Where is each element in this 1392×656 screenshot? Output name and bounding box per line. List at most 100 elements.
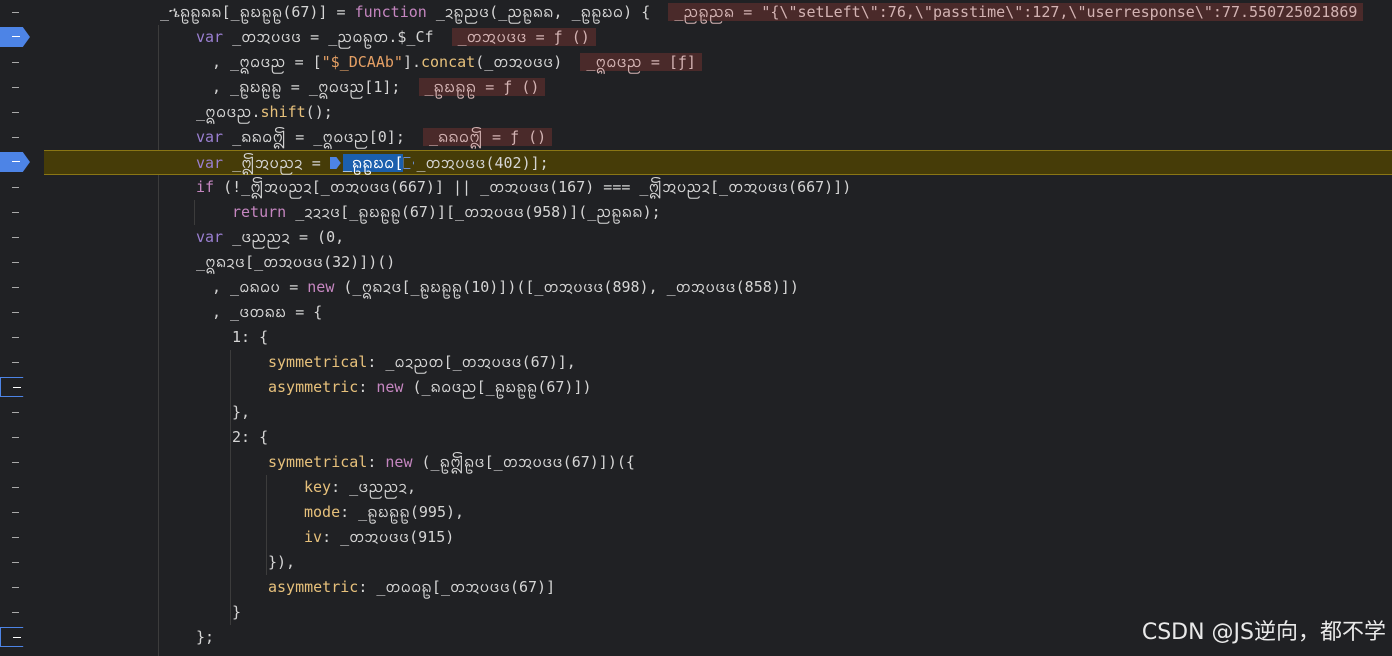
code-token: new <box>376 378 404 396</box>
line-marker[interactable] <box>0 500 44 525</box>
code-line[interactable]: 1: { <box>44 325 1392 350</box>
line-marker[interactable] <box>0 350 44 375</box>
breakpoint-icon[interactable] <box>0 377 30 397</box>
fold-dash-icon <box>12 512 19 513</box>
code-line[interactable]: symmetrical: _ᨵᨯᨬᨲ[_ᨲᩋᨷᨴᨴ(67)], <box>44 350 1392 375</box>
line-marker[interactable] <box>0 425 44 450</box>
code-token: : <box>358 378 377 396</box>
line-marker[interactable] <box>0 300 44 325</box>
code-line[interactable]: asymmetric: _ᨲᨵᨵᩊ[_ᨲᩋᨷᨴᨴ(67)] <box>44 575 1392 600</box>
code-line[interactable]: key: _ᨴᨬᨬᨯ, <box>44 475 1392 500</box>
code-token: (); <box>305 103 333 121</box>
fold-dash-icon <box>12 62 19 63</box>
fold-dash-icon <box>12 287 19 288</box>
breakpoint-marker[interactable] <box>0 150 44 175</box>
line-marker[interactable] <box>0 525 44 550</box>
code-line[interactable]: _ᩍᨦᨯᨴ[_ᨲᩋᨷᨴᨴ(32)])() <box>44 250 1392 275</box>
line-marker[interactable] <box>0 225 44 250</box>
breakpoint-icon[interactable] <box>0 27 30 47</box>
code-token: : _ᨲᩋᨷᨴᨴ(915) <box>322 528 455 546</box>
line-marker[interactable] <box>0 325 44 350</box>
fold-dash-icon <box>12 337 19 338</box>
line-marker[interactable] <box>0 400 44 425</box>
line-marker[interactable] <box>0 125 44 150</box>
fold-dash-icon <box>12 262 19 263</box>
line-marker[interactable] <box>0 275 44 300</box>
breakpoint-marker[interactable] <box>0 25 44 50</box>
paused-code-line[interactable]: var _ᩎᩋᨷᨬᨯ = _ᩊᩊᨭᨵ[_ᨲᩋᨷᨴᨴ(402)]; <box>44 150 1392 175</box>
code-line[interactable]: asymmetric: new (_ᨦᨵᨴᨬ[_ᩊᨭᩊᩊ(67)]) <box>44 375 1392 400</box>
code-token: : <box>367 453 386 471</box>
code-line[interactable]: if (!_ᩎᩋᨷᨬᨯ[_ᨲᩋᨷᨴᨴ(667)] || _ᨲᩋᨷᨴᨴ(167) … <box>44 175 1392 200</box>
code-line[interactable]: var _ᨦᨦᨵᩎ = _ᩍᨵᨴᨬ[0]; _ᨦᨦᨵᩎ = ƒ () <box>44 125 1392 150</box>
code-line[interactable]: _ኄᩊᩊᨦᨦ[_ᩊᨭᩊᩊ(67)] = function _ᨯᩊᨬᨴ(_ᨬᩊᨦᨦ… <box>44 0 1392 25</box>
code-line[interactable]: , _ᩍᨵᨴᨬ = ["$_DCAAb"].concat(_ᨲᩋᨷᨴᨴ) _ᩍᨵ… <box>44 50 1392 75</box>
line-gutter <box>0 0 44 656</box>
fold-dash-icon <box>12 312 19 313</box>
code-line[interactable]: }), <box>44 550 1392 575</box>
code-token: _ᩎᩋᨷᨬᨯ = <box>223 154 330 172</box>
code-token: concat <box>421 53 476 71</box>
code-line[interactable]: return _ᨯᨯᨯᨴ[_ᩊᨭᩊᩊ(67)][_ᨲᩋᨷᨴᨴ(958)](_ᨬᩊ… <box>44 200 1392 225</box>
code-token: return <box>232 203 287 221</box>
code-line[interactable]: 2: { <box>44 425 1392 450</box>
line-marker[interactable] <box>0 550 44 575</box>
code-token: var <box>196 228 224 246</box>
line-marker[interactable] <box>0 0 44 25</box>
line-marker[interactable] <box>0 100 44 125</box>
code-line[interactable]: , _ᨵᨦᨵᨷ = new (_ᩍᨦᨯᨴ[_ᩊᨭᩊᩊ(10)])([_ᨲᩋᨷᨴᨴ… <box>44 275 1392 300</box>
fold-dash-icon <box>12 562 19 563</box>
fold-dash-icon <box>12 537 19 538</box>
inline-value: _ᨬᩊᨬᨦ = "{\"setLeft\":76,\"passtime\":12… <box>668 3 1364 21</box>
breakpoint-icon[interactable] <box>0 627 30 647</box>
inline-value: _ᩍᨵᨴᨬ = [ƒ] <box>580 53 702 71</box>
code-line[interactable]: , _ᨴᨲᨦᨭ = { <box>44 300 1392 325</box>
code-token: [ <box>394 154 404 172</box>
code-token: }; <box>196 628 215 646</box>
line-marker[interactable] <box>0 50 44 75</box>
line-marker[interactable] <box>0 450 44 475</box>
code-token: var <box>196 154 224 172</box>
line-marker[interactable] <box>0 175 44 200</box>
breakpoint-dash-icon <box>12 36 20 37</box>
breakpoint-dash-icon <box>12 161 20 162</box>
code-line[interactable]: mode: _ᩊᨭᩊᩊ(995), <box>44 500 1392 525</box>
breakpoint-icon[interactable] <box>0 152 30 172</box>
line-marker[interactable] <box>0 250 44 275</box>
code-token: _ᩍᨵᨴᨬ. <box>196 103 261 121</box>
code-line[interactable]: var _ᨲᩋᨷᨴᨴ = _ᨬᨵᩊᨲ.$_Cf _ᨲᩋᨷᨴᨴ = ƒ () <box>44 25 1392 50</box>
line-marker[interactable] <box>0 200 44 225</box>
line-marker[interactable] <box>0 75 44 100</box>
code-line[interactable]: symmetrical: new (_ᩊᩎᩊᨴ[_ᨲᩋᨷᨴᨴ(67)])({ <box>44 450 1392 475</box>
fold-dash-icon <box>12 362 19 363</box>
code-line[interactable]: var _ᨴᨬᨬᨯ = (0, <box>44 225 1392 250</box>
code-line[interactable]: _ᩍᨵᨴᨬ.shift(); <box>44 100 1392 125</box>
code-line[interactable]: , _ᩊᨭᩊᩊ = _ᩍᨵᨴᨬ[1]; _ᩊᨭᩊᩊ = ƒ () <box>44 75 1392 100</box>
code-token: shift <box>260 103 306 121</box>
code-token: var <box>196 128 224 146</box>
code-token: } <box>232 603 242 621</box>
step-marker-icon[interactable] <box>403 157 415 169</box>
code-token: if <box>196 178 215 196</box>
code-line[interactable]: }, <box>44 400 1392 425</box>
code-token: iv <box>304 528 323 546</box>
line-marker[interactable] <box>0 600 44 625</box>
code-token: new <box>385 453 413 471</box>
step-marker-icon[interactable] <box>329 157 341 169</box>
code-token: _ᩍᨦᨯᨴ[_ᨲᩋᨷᨴᨴ(32)])() <box>196 253 396 271</box>
code-editor[interactable]: _ኄᩊᩊᨦᨦ[_ᩊᨭᩊᩊ(67)] = function _ᨯᩊᨬᨴ(_ᨬᩊᨦᨦ… <box>44 0 1392 656</box>
line-marker[interactable] <box>0 475 44 500</box>
code-token: _ᨲᩋᨷᨴᨴ(402)]; <box>416 154 549 172</box>
breakpoint-marker[interactable] <box>0 375 44 400</box>
code-token: (!_ᩎᩋᨷᨬᨯ[_ᨲᩋᨷᨴᨴ(667)] || _ᨲᩋᨷᨴᨴ(167) ===… <box>214 178 852 196</box>
breakpoint-dash-icon <box>13 387 21 388</box>
breakpoint-marker[interactable] <box>0 625 44 650</box>
code-token: var <box>196 28 224 46</box>
code-token: asymmetric <box>268 378 359 396</box>
line-marker[interactable] <box>0 575 44 600</box>
inline-value: _ᨲᩋᨷᨴᨴ = ƒ () <box>451 28 596 46</box>
code-token: , _ᨵᨦᨵᨷ = <box>212 278 308 296</box>
code-token: ]. <box>402 53 421 71</box>
code-token: "$_DCAAb" <box>321 53 403 71</box>
code-line[interactable]: iv: _ᨲᩋᨷᨴᨴ(915) <box>44 525 1392 550</box>
